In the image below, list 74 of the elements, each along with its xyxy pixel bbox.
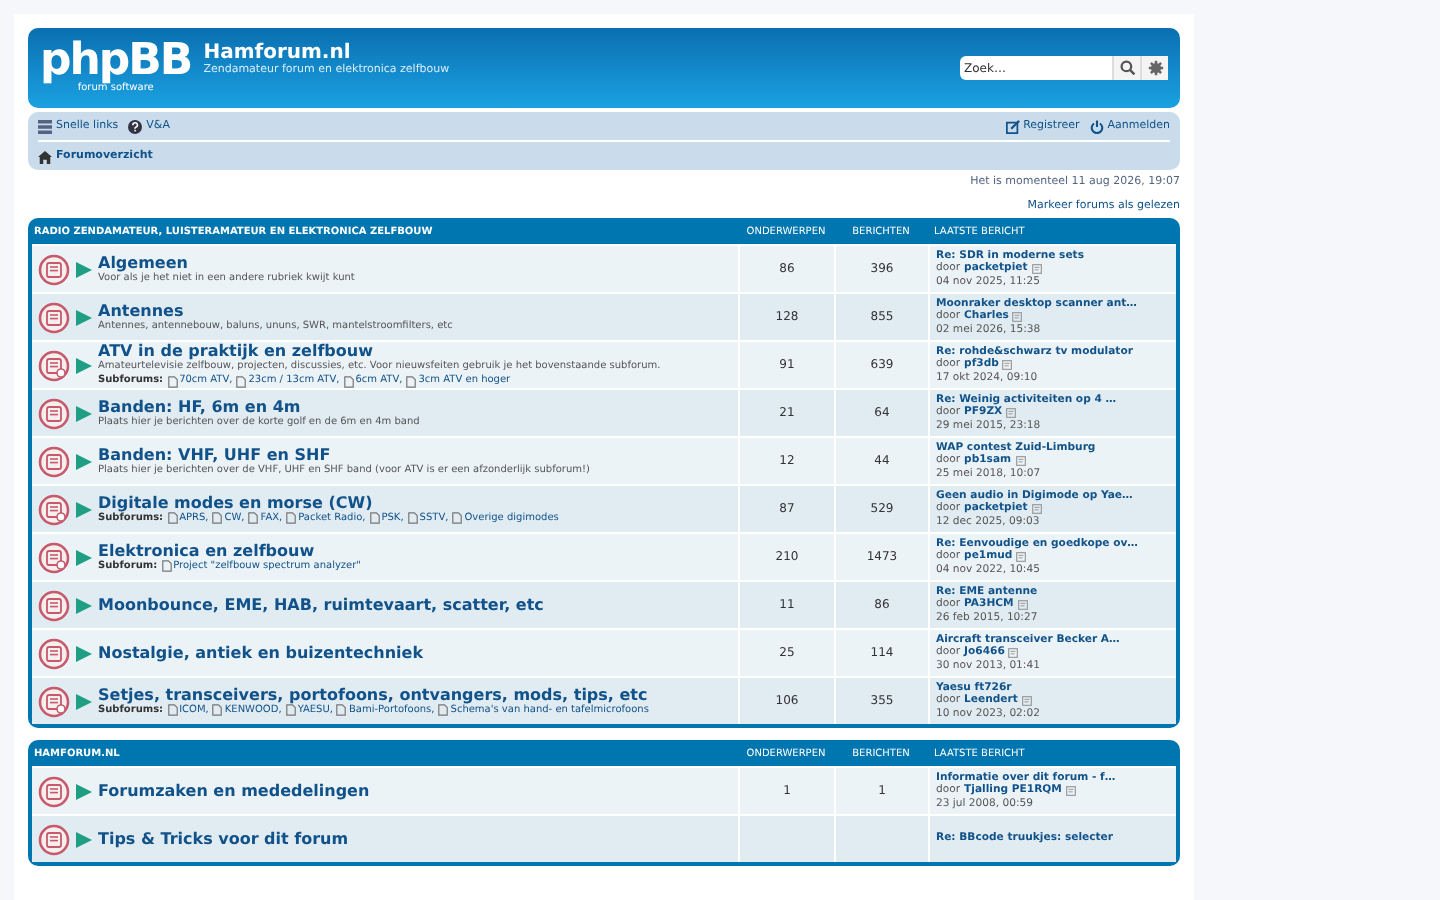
view-post-icon[interactable] xyxy=(1031,264,1042,274)
question-icon xyxy=(128,119,143,133)
play-icon xyxy=(76,597,92,613)
forum-with-subforums-icon xyxy=(38,685,70,717)
play-icon xyxy=(76,549,92,565)
document-icon xyxy=(343,375,354,387)
document-icon xyxy=(212,704,223,716)
forum-icon xyxy=(38,637,70,669)
view-post-icon[interactable] xyxy=(1065,786,1076,796)
play-icon xyxy=(76,645,92,661)
forum-icon xyxy=(38,775,70,807)
forum-with-subforums-icon xyxy=(38,541,70,573)
play-icon xyxy=(76,501,92,517)
document-icon xyxy=(212,512,223,524)
document-icon xyxy=(236,375,247,387)
forum-title[interactable]: Banden: VHF, UHF en SHF xyxy=(98,445,590,463)
play-icon xyxy=(76,831,92,847)
forum-title[interactable]: Nostalgie, antiek en buizentechniek xyxy=(98,644,424,662)
gear-icon xyxy=(1147,60,1163,76)
document-icon xyxy=(286,512,297,524)
forum-icon xyxy=(38,253,70,285)
view-post-icon[interactable] xyxy=(1015,456,1026,466)
view-post-icon[interactable] xyxy=(1002,360,1013,370)
forum-icon xyxy=(38,589,70,621)
document-icon xyxy=(248,512,259,524)
document-icon xyxy=(407,512,418,524)
play-icon xyxy=(76,405,92,421)
advanced-search-button[interactable] xyxy=(1140,56,1168,80)
view-post-icon[interactable] xyxy=(1008,648,1019,658)
document-icon xyxy=(369,512,380,524)
play-icon xyxy=(76,261,92,277)
play-icon xyxy=(76,453,92,469)
document-icon xyxy=(167,704,178,716)
forum-title[interactable]: Digitale modes en morse (CW) xyxy=(98,493,559,511)
view-post-icon[interactable] xyxy=(1031,504,1042,514)
forum-title[interactable]: Elektronica en zelfbouw xyxy=(98,541,361,559)
forum-icon xyxy=(38,445,70,477)
forum-title[interactable]: Setjes, transceivers, portofoons, ontvangers, mods, tips, etc xyxy=(98,685,649,703)
power-icon xyxy=(1089,119,1104,133)
forum-title[interactable]: Banden: HF, 6m en 4m xyxy=(98,397,420,415)
forum-title[interactable]: ATV in de praktijk en zelfbouw xyxy=(98,342,661,360)
play-icon xyxy=(76,783,92,799)
menu-icon xyxy=(38,119,52,133)
forum-with-subforums-icon xyxy=(38,493,70,525)
forum-icon xyxy=(38,397,70,429)
view-post-icon[interactable] xyxy=(1016,552,1027,562)
play-icon xyxy=(76,357,92,373)
document-icon xyxy=(336,704,347,716)
document-icon xyxy=(438,704,449,716)
site-title: Hamforum.nl xyxy=(203,42,351,64)
forum-icon xyxy=(38,823,70,855)
search-icon xyxy=(1119,60,1135,76)
view-post-icon[interactable] xyxy=(1006,408,1017,418)
home-icon xyxy=(38,149,52,163)
play-icon xyxy=(76,309,92,325)
document-icon xyxy=(167,375,178,387)
document-icon xyxy=(285,704,296,716)
document-icon xyxy=(161,560,172,572)
forum-title[interactable]: Moonbounce, EME, HAB, ruimtevaart, scatter, etc xyxy=(98,596,544,614)
forum-title[interactable]: Tips & Tricks voor dit forum xyxy=(98,830,349,848)
document-icon xyxy=(452,512,463,524)
forum-icon xyxy=(38,301,70,333)
forum-title[interactable]: Algemeen xyxy=(98,253,355,271)
search-button[interactable] xyxy=(1112,56,1140,80)
document-icon xyxy=(167,512,178,524)
view-post-icon[interactable] xyxy=(1012,312,1023,322)
play-icon xyxy=(76,693,92,709)
forum-title[interactable]: Forumzaken en mededelingen xyxy=(98,782,370,800)
forum-with-subforums-icon xyxy=(38,349,70,381)
view-post-icon[interactable] xyxy=(1021,696,1032,706)
forum-title[interactable]: Antennes xyxy=(98,301,453,319)
view-post-icon[interactable] xyxy=(1017,600,1028,610)
document-icon xyxy=(406,375,417,387)
edit-icon xyxy=(1005,119,1020,133)
